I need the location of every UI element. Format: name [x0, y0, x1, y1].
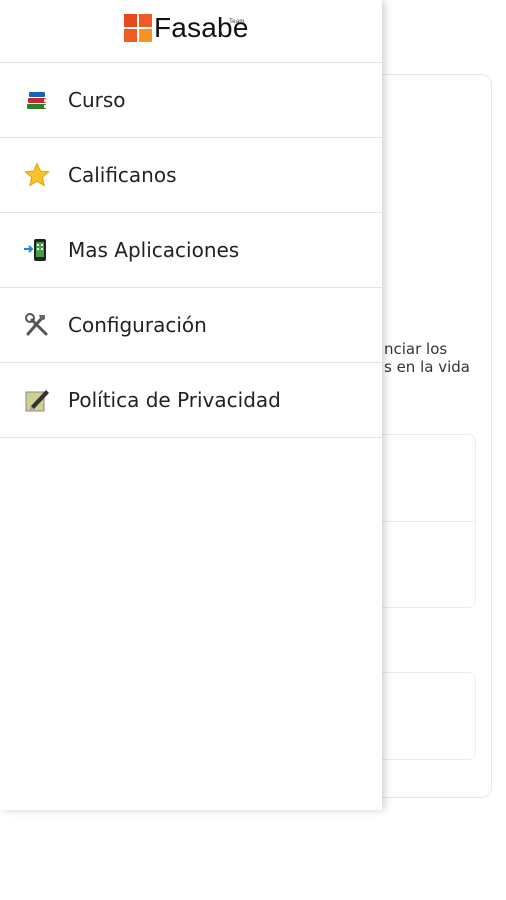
background-partial-text: nciar los s en la vida — [384, 340, 470, 376]
menu-item-politica-privacidad[interactable]: Política de Privacidad — [0, 363, 382, 438]
drawer-header: Fasabe Team — [0, 0, 382, 63]
menu-item-curso[interactable]: Curso — [0, 63, 382, 138]
menu-item-label: Política de Privacidad — [68, 388, 281, 412]
navigation-drawer: Fasabe Team Curso Calificanos Mas Aplica… — [0, 0, 382, 810]
pen-document-icon — [22, 385, 52, 415]
phone-apps-icon — [22, 235, 52, 265]
tools-icon — [22, 310, 52, 340]
brand-tag: Team — [229, 19, 245, 25]
books-icon — [22, 85, 52, 115]
menu-item-mas-aplicaciones[interactable]: Mas Aplicaciones — [0, 213, 382, 288]
star-icon — [22, 160, 52, 190]
menu-item-calificanos[interactable]: Calificanos — [0, 138, 382, 213]
menu-item-label: Mas Aplicaciones — [68, 238, 240, 262]
menu-item-label: Calificanos — [68, 163, 177, 187]
app-logo: Fasabe Team — [124, 14, 249, 42]
menu-item-label: Curso — [68, 88, 126, 112]
menu-item-label: Configuración — [68, 313, 207, 337]
menu-item-configuracion[interactable]: Configuración — [0, 288, 382, 363]
brand-name: Fasabe Team — [154, 14, 249, 42]
logo-squares-icon — [124, 14, 152, 42]
